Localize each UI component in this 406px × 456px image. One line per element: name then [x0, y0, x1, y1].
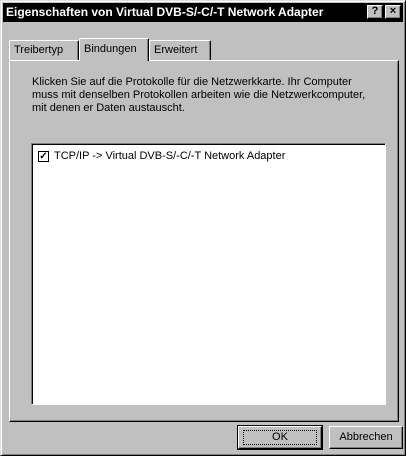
properties-dialog: Eigenschaften von Virtual DVB-S/-C/-T Ne…: [0, 0, 406, 456]
tab-strip: Treibertyp Bindungen Erweitert: [9, 38, 399, 61]
help-button[interactable]: ?: [367, 5, 383, 19]
title-bar[interactable]: Eigenschaften von Virtual DVB-S/-C/-T Ne…: [3, 3, 403, 22]
ok-button-label: OK: [243, 430, 317, 445]
list-item-label: TCP/IP -> Virtual DVB-S/-C/-T Network Ad…: [54, 150, 286, 162]
close-button[interactable]: ×: [385, 5, 401, 19]
tab-bindungen[interactable]: Bindungen: [79, 38, 149, 61]
protocol-listbox[interactable]: ✓ TCP/IP -> Virtual DVB-S/-C/-T Network …: [31, 143, 386, 405]
window-title: Eigenschaften von Virtual DVB-S/-C/-T Ne…: [6, 5, 324, 19]
tab-panel-bindungen: Klicken Sie auf die Protokolle für die N…: [9, 60, 399, 422]
description-text: Klicken Sie auf die Protokolle für die N…: [32, 76, 366, 114]
ok-button[interactable]: OK: [237, 425, 323, 450]
tab-erweitert[interactable]: Erweitert: [149, 40, 211, 60]
tab-treibertyp[interactable]: Treibertyp: [9, 40, 79, 60]
protocol-checkbox[interactable]: ✓: [38, 151, 49, 162]
cancel-button[interactable]: Abbrechen: [329, 426, 403, 449]
